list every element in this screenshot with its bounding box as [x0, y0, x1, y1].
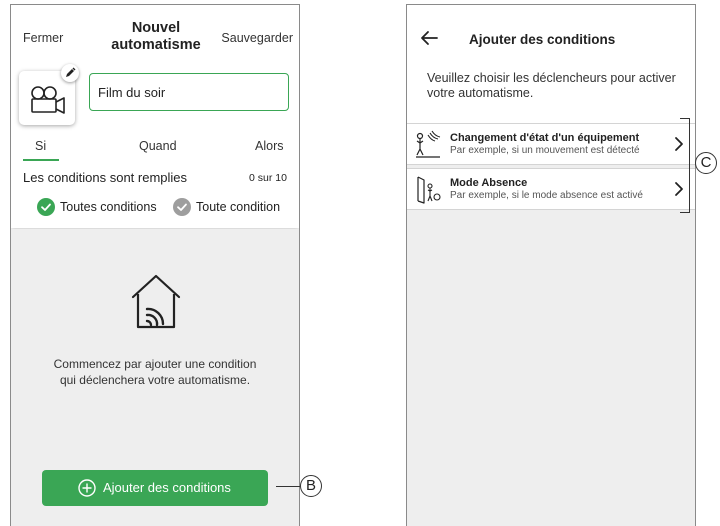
option-all-conditions-label: Toutes conditions	[60, 200, 157, 214]
away-mode-option[interactable]: Mode Absence Par exemple, si le mode abs…	[407, 168, 695, 210]
plus-circle-icon	[78, 479, 96, 497]
add-conditions-screen: Ajouter des conditions Veuillez choisir …	[406, 4, 696, 526]
page-title-line1: Nouvel	[131, 20, 181, 36]
check-icon	[173, 198, 191, 216]
tab-si[interactable]: Si	[35, 139, 46, 153]
page-title: Nouvel automatisme	[97, 20, 215, 54]
option-any-condition-label: Toute condition	[196, 200, 281, 214]
conditions-status-text: Les conditions sont remplies	[23, 170, 188, 185]
page-title-line2: automatisme	[111, 37, 201, 53]
edit-icon-button[interactable]	[61, 64, 79, 82]
smart-home-icon	[131, 274, 181, 329]
chevron-right-icon	[675, 137, 683, 151]
page-title: Ajouter des conditions	[469, 32, 616, 47]
save-button[interactable]: Sauvegarder	[221, 31, 293, 45]
add-conditions-header: Ajouter des conditions Veuillez choisir …	[407, 5, 695, 123]
add-conditions-label: Ajouter des conditions	[103, 480, 231, 495]
away-mode-subtitle: Par exemple, si le mode absence est acti…	[450, 190, 643, 201]
empty-state-message: Commencez par ajouter une condition qui …	[11, 356, 299, 388]
empty-state-line1: Commencez par ajouter une condition	[53, 357, 257, 371]
instructions-text: Veuillez choisir les déclencheurs pour a…	[427, 71, 676, 100]
away-mode-title: Mode Absence	[450, 177, 528, 189]
tab-quand[interactable]: Quand	[139, 139, 177, 153]
conditions-count: 0 sur 10	[249, 172, 287, 184]
close-button[interactable]: Fermer	[23, 31, 63, 45]
automation-header-panel: Fermer Nouvel automatisme Sauvegarder Fi…	[11, 5, 299, 228]
tab-alors[interactable]: Alors	[255, 139, 283, 153]
back-arrow-icon[interactable]	[419, 30, 439, 46]
active-tab-indicator	[23, 159, 59, 161]
away-mode-icon	[417, 176, 441, 204]
automation-name-value: Film du soir	[98, 85, 166, 100]
check-icon	[37, 198, 55, 216]
callout-c: C	[695, 152, 717, 174]
device-state-change-option[interactable]: Changement d'état d'un équipement Par ex…	[407, 123, 695, 165]
callout-c-bracket-side	[689, 118, 690, 213]
empty-state-line2: qui déclenchera votre automatisme.	[59, 373, 251, 387]
callout-b: B	[300, 475, 322, 497]
callout-c-bracket-bottom	[680, 212, 690, 213]
new-automation-screen: Fermer Nouvel automatisme Sauvegarder Fi…	[10, 4, 300, 526]
add-conditions-button[interactable]: Ajouter des conditions	[42, 470, 268, 506]
device-state-change-title: Changement d'état d'un équipement	[450, 132, 640, 144]
motion-sensor-icon	[416, 130, 441, 158]
automation-name-input[interactable]: Film du soir	[89, 73, 289, 111]
chevron-right-icon	[675, 182, 683, 196]
callout-b-line	[276, 486, 300, 487]
pencil-icon	[66, 67, 76, 77]
device-state-change-subtitle: Par exemple, si un mouvement est détecté	[450, 145, 640, 156]
